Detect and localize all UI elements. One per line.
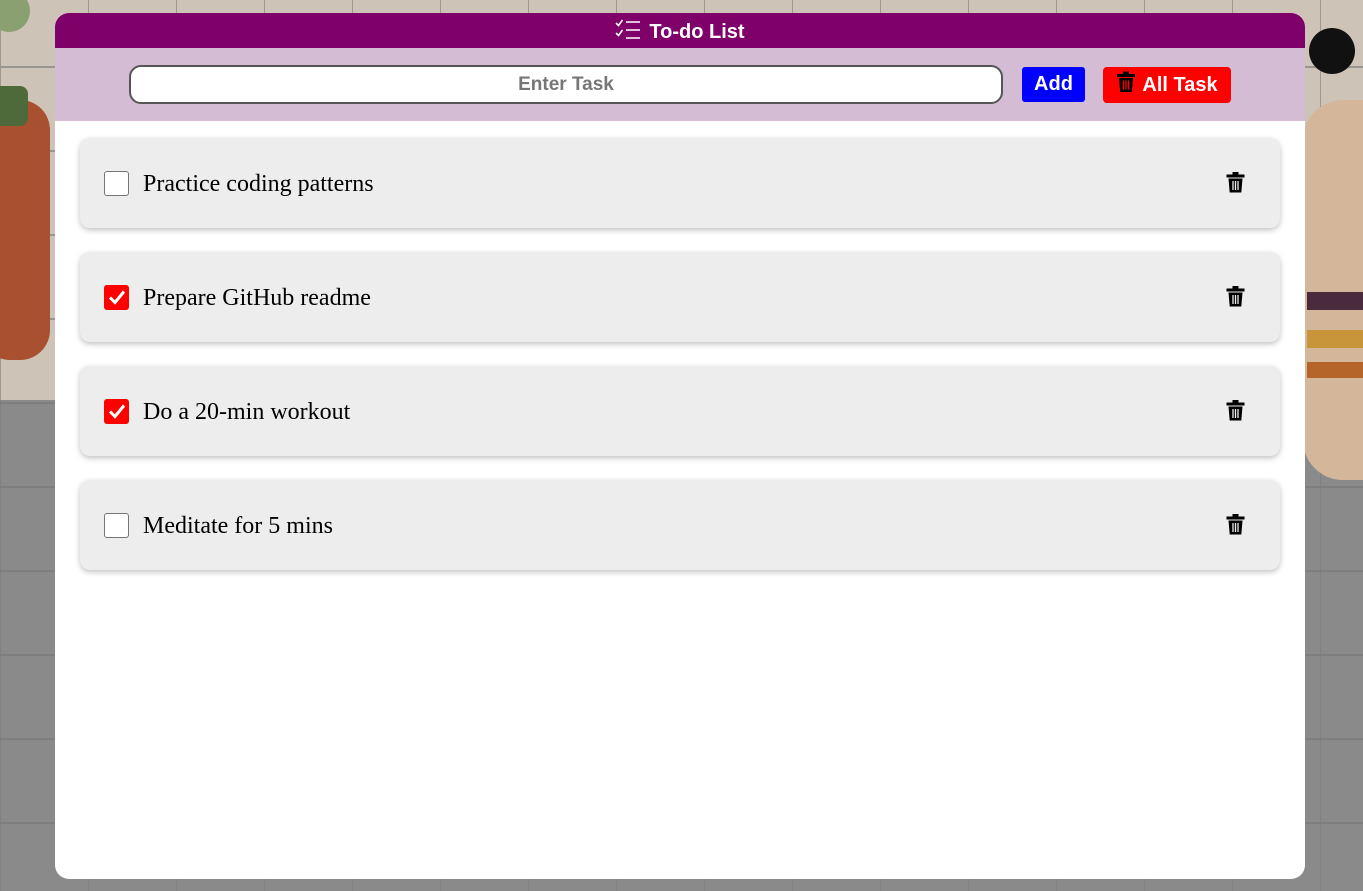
task-checkbox[interactable] xyxy=(104,170,129,196)
checkmark-icon xyxy=(108,290,125,305)
background-decoration xyxy=(1309,28,1355,74)
checkmark-icon xyxy=(108,404,125,419)
trash-icon xyxy=(1116,71,1136,99)
task-text: Prepare GitHub readme xyxy=(143,284,371,311)
delete-task-button[interactable] xyxy=(1224,399,1246,421)
app-title: To-do List xyxy=(649,21,745,43)
todo-app-window: To-do List Add All Task Practice coding … xyxy=(55,13,1305,879)
task-item: Do a 20-min workout xyxy=(80,366,1280,456)
background-decoration xyxy=(1307,292,1363,310)
delete-task-button[interactable] xyxy=(1224,285,1246,307)
background-decoration xyxy=(1307,362,1363,378)
trash-icon xyxy=(1226,513,1244,534)
task-item: Practice coding patterns xyxy=(80,138,1280,228)
task-checkbox[interactable] xyxy=(104,398,129,424)
task-text: Practice coding patterns xyxy=(143,170,374,197)
delete-task-button[interactable] xyxy=(1224,513,1246,535)
delete-all-button[interactable]: All Task xyxy=(1103,67,1231,103)
add-button[interactable]: Add xyxy=(1022,67,1085,102)
title-bar: To-do List xyxy=(55,13,1305,48)
task-text: Meditate for 5 mins xyxy=(143,512,333,539)
trash-icon xyxy=(1226,171,1244,192)
task-item: Meditate for 5 mins xyxy=(80,480,1280,570)
task-checkbox[interactable] xyxy=(104,512,129,538)
task-input[interactable] xyxy=(129,65,1003,104)
task-checkbox[interactable] xyxy=(104,284,129,310)
task-text: Do a 20-min workout xyxy=(143,398,351,425)
task-item: Prepare GitHub readme xyxy=(80,252,1280,342)
delete-task-button[interactable] xyxy=(1224,171,1246,193)
background-decoration xyxy=(1307,330,1363,348)
delete-all-label: All Task xyxy=(1142,73,1218,96)
checklist-icon xyxy=(615,18,641,47)
trash-icon xyxy=(1226,399,1244,420)
task-list: Practice coding patterns Prepare GitHub … xyxy=(80,138,1280,594)
trash-icon xyxy=(1226,285,1244,306)
background-decoration xyxy=(0,86,50,360)
background-decoration xyxy=(1303,100,1363,480)
